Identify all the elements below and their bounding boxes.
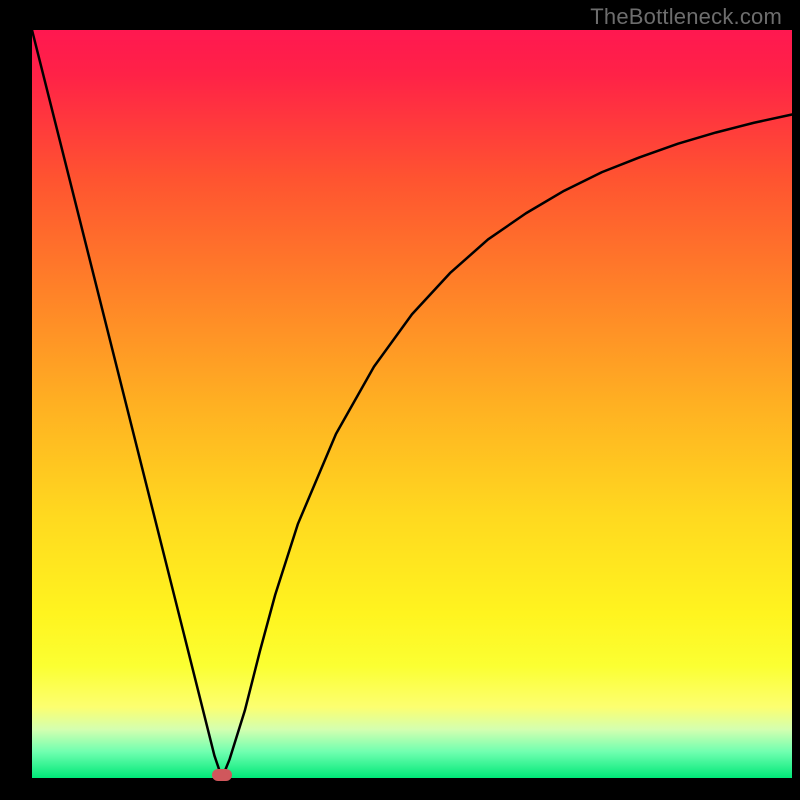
bottleneck-chart [0, 0, 800, 800]
optimum-marker [212, 769, 232, 781]
plot-background [32, 30, 792, 778]
watermark-text: TheBottleneck.com [590, 4, 782, 30]
chart-frame: { "watermark": "TheBottleneck.com", "cha… [0, 0, 800, 800]
